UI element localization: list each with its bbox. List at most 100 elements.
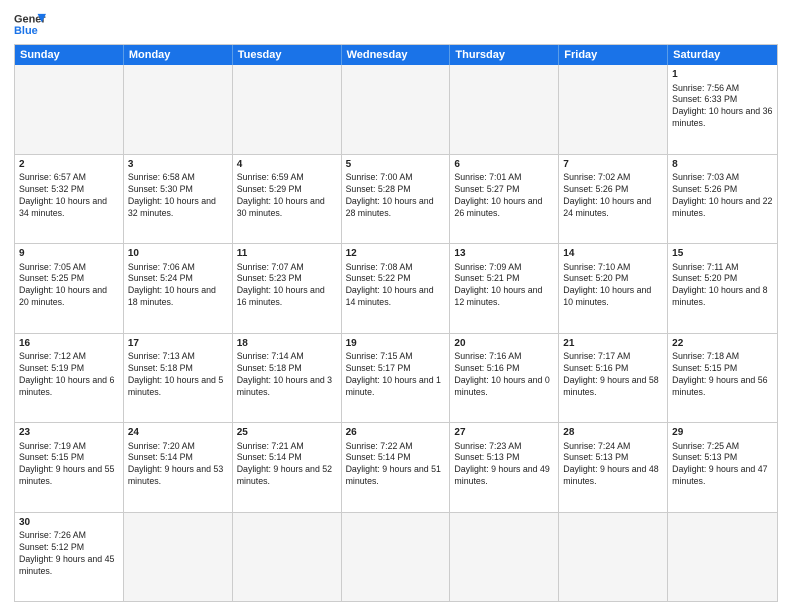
calendar-cell: 14Sunrise: 7:10 AM Sunset: 5:20 PM Dayli… xyxy=(559,244,668,333)
cell-info: Sunrise: 7:00 AM Sunset: 5:28 PM Dayligh… xyxy=(346,172,446,220)
day-number: 23 xyxy=(19,426,119,440)
day-number: 19 xyxy=(346,337,446,351)
calendar-week-row: 30Sunrise: 7:26 AM Sunset: 5:12 PM Dayli… xyxy=(15,513,777,602)
calendar-cell: 4Sunrise: 6:59 AM Sunset: 5:29 PM Daylig… xyxy=(233,155,342,244)
day-number: 15 xyxy=(672,247,773,261)
calendar-header-cell: Friday xyxy=(559,45,668,65)
calendar-cell: 16Sunrise: 7:12 AM Sunset: 5:19 PM Dayli… xyxy=(15,334,124,423)
day-number: 14 xyxy=(563,247,663,261)
calendar-week-row: 16Sunrise: 7:12 AM Sunset: 5:19 PM Dayli… xyxy=(15,334,777,424)
calendar-cell: 28Sunrise: 7:24 AM Sunset: 5:13 PM Dayli… xyxy=(559,423,668,512)
calendar-week-row: 1Sunrise: 7:56 AM Sunset: 6:33 PM Daylig… xyxy=(15,65,777,155)
calendar-cell: 22Sunrise: 7:18 AM Sunset: 5:15 PM Dayli… xyxy=(668,334,777,423)
day-number: 3 xyxy=(128,158,228,172)
cell-info: Sunrise: 7:11 AM Sunset: 5:20 PM Dayligh… xyxy=(672,262,773,310)
calendar-cell-empty xyxy=(233,65,342,154)
day-number: 4 xyxy=(237,158,337,172)
cell-info: Sunrise: 7:02 AM Sunset: 5:26 PM Dayligh… xyxy=(563,172,663,220)
calendar-cell-empty xyxy=(233,513,342,602)
header: General Blue xyxy=(14,10,778,38)
calendar-header-cell: Monday xyxy=(124,45,233,65)
calendar-cell: 30Sunrise: 7:26 AM Sunset: 5:12 PM Dayli… xyxy=(15,513,124,602)
calendar-cell: 17Sunrise: 7:13 AM Sunset: 5:18 PM Dayli… xyxy=(124,334,233,423)
calendar-header-cell: Sunday xyxy=(15,45,124,65)
day-number: 30 xyxy=(19,516,119,530)
page: General Blue SundayMondayTuesdayWednesda… xyxy=(0,0,792,612)
cell-info: Sunrise: 7:10 AM Sunset: 5:20 PM Dayligh… xyxy=(563,262,663,310)
day-number: 25 xyxy=(237,426,337,440)
calendar-cell: 23Sunrise: 7:19 AM Sunset: 5:15 PM Dayli… xyxy=(15,423,124,512)
day-number: 24 xyxy=(128,426,228,440)
day-number: 1 xyxy=(672,68,773,82)
day-number: 6 xyxy=(454,158,554,172)
calendar-header: SundayMondayTuesdayWednesdayThursdayFrid… xyxy=(15,45,777,65)
day-number: 10 xyxy=(128,247,228,261)
day-number: 2 xyxy=(19,158,119,172)
day-number: 9 xyxy=(19,247,119,261)
calendar-week-row: 2Sunrise: 6:57 AM Sunset: 5:32 PM Daylig… xyxy=(15,155,777,245)
calendar-cell: 21Sunrise: 7:17 AM Sunset: 5:16 PM Dayli… xyxy=(559,334,668,423)
day-number: 20 xyxy=(454,337,554,351)
cell-info: Sunrise: 7:26 AM Sunset: 5:12 PM Dayligh… xyxy=(19,530,119,578)
calendar-cell: 24Sunrise: 7:20 AM Sunset: 5:14 PM Dayli… xyxy=(124,423,233,512)
calendar-body: 1Sunrise: 7:56 AM Sunset: 6:33 PM Daylig… xyxy=(15,65,777,601)
day-number: 13 xyxy=(454,247,554,261)
calendar-cell: 20Sunrise: 7:16 AM Sunset: 5:16 PM Dayli… xyxy=(450,334,559,423)
cell-info: Sunrise: 7:14 AM Sunset: 5:18 PM Dayligh… xyxy=(237,351,337,399)
day-number: 5 xyxy=(346,158,446,172)
day-number: 22 xyxy=(672,337,773,351)
cell-info: Sunrise: 7:13 AM Sunset: 5:18 PM Dayligh… xyxy=(128,351,228,399)
day-number: 29 xyxy=(672,426,773,440)
calendar-cell: 9Sunrise: 7:05 AM Sunset: 5:25 PM Daylig… xyxy=(15,244,124,333)
calendar-cell: 3Sunrise: 6:58 AM Sunset: 5:30 PM Daylig… xyxy=(124,155,233,244)
calendar-cell: 19Sunrise: 7:15 AM Sunset: 5:17 PM Dayli… xyxy=(342,334,451,423)
calendar-cell-empty xyxy=(124,513,233,602)
calendar-cell: 27Sunrise: 7:23 AM Sunset: 5:13 PM Dayli… xyxy=(450,423,559,512)
cell-info: Sunrise: 7:23 AM Sunset: 5:13 PM Dayligh… xyxy=(454,441,554,489)
cell-info: Sunrise: 7:25 AM Sunset: 5:13 PM Dayligh… xyxy=(672,441,773,489)
cell-info: Sunrise: 7:05 AM Sunset: 5:25 PM Dayligh… xyxy=(19,262,119,310)
cell-info: Sunrise: 7:24 AM Sunset: 5:13 PM Dayligh… xyxy=(563,441,663,489)
day-number: 18 xyxy=(237,337,337,351)
calendar-cell: 7Sunrise: 7:02 AM Sunset: 5:26 PM Daylig… xyxy=(559,155,668,244)
calendar-cell: 25Sunrise: 7:21 AM Sunset: 5:14 PM Dayli… xyxy=(233,423,342,512)
calendar-cell: 29Sunrise: 7:25 AM Sunset: 5:13 PM Dayli… xyxy=(668,423,777,512)
calendar-cell-empty xyxy=(342,65,451,154)
calendar: SundayMondayTuesdayWednesdayThursdayFrid… xyxy=(14,44,778,602)
cell-info: Sunrise: 7:21 AM Sunset: 5:14 PM Dayligh… xyxy=(237,441,337,489)
day-number: 11 xyxy=(237,247,337,261)
calendar-cell: 10Sunrise: 7:06 AM Sunset: 5:24 PM Dayli… xyxy=(124,244,233,333)
generalblue-logo-icon: General Blue xyxy=(14,10,46,38)
calendar-header-cell: Saturday xyxy=(668,45,777,65)
cell-info: Sunrise: 7:01 AM Sunset: 5:27 PM Dayligh… xyxy=(454,172,554,220)
calendar-cell: 11Sunrise: 7:07 AM Sunset: 5:23 PM Dayli… xyxy=(233,244,342,333)
cell-info: Sunrise: 7:06 AM Sunset: 5:24 PM Dayligh… xyxy=(128,262,228,310)
svg-text:Blue: Blue xyxy=(14,25,38,37)
calendar-cell-empty xyxy=(15,65,124,154)
cell-info: Sunrise: 7:03 AM Sunset: 5:26 PM Dayligh… xyxy=(672,172,773,220)
day-number: 21 xyxy=(563,337,663,351)
cell-info: Sunrise: 7:09 AM Sunset: 5:21 PM Dayligh… xyxy=(454,262,554,310)
calendar-header-cell: Thursday xyxy=(450,45,559,65)
calendar-cell: 13Sunrise: 7:09 AM Sunset: 5:21 PM Dayli… xyxy=(450,244,559,333)
calendar-cell-empty xyxy=(342,513,451,602)
logo: General Blue xyxy=(14,10,46,38)
calendar-cell: 26Sunrise: 7:22 AM Sunset: 5:14 PM Dayli… xyxy=(342,423,451,512)
calendar-cell: 1Sunrise: 7:56 AM Sunset: 6:33 PM Daylig… xyxy=(668,65,777,154)
cell-info: Sunrise: 7:19 AM Sunset: 5:15 PM Dayligh… xyxy=(19,441,119,489)
cell-info: Sunrise: 7:22 AM Sunset: 5:14 PM Dayligh… xyxy=(346,441,446,489)
day-number: 16 xyxy=(19,337,119,351)
cell-info: Sunrise: 7:18 AM Sunset: 5:15 PM Dayligh… xyxy=(672,351,773,399)
calendar-week-row: 9Sunrise: 7:05 AM Sunset: 5:25 PM Daylig… xyxy=(15,244,777,334)
calendar-cell-empty xyxy=(450,513,559,602)
day-number: 12 xyxy=(346,247,446,261)
calendar-cell: 8Sunrise: 7:03 AM Sunset: 5:26 PM Daylig… xyxy=(668,155,777,244)
calendar-week-row: 23Sunrise: 7:19 AM Sunset: 5:15 PM Dayli… xyxy=(15,423,777,513)
cell-info: Sunrise: 7:16 AM Sunset: 5:16 PM Dayligh… xyxy=(454,351,554,399)
cell-info: Sunrise: 7:15 AM Sunset: 5:17 PM Dayligh… xyxy=(346,351,446,399)
cell-info: Sunrise: 7:56 AM Sunset: 6:33 PM Dayligh… xyxy=(672,83,773,131)
calendar-cell-empty xyxy=(559,65,668,154)
calendar-cell-empty xyxy=(668,513,777,602)
cell-info: Sunrise: 6:57 AM Sunset: 5:32 PM Dayligh… xyxy=(19,172,119,220)
calendar-cell: 18Sunrise: 7:14 AM Sunset: 5:18 PM Dayli… xyxy=(233,334,342,423)
